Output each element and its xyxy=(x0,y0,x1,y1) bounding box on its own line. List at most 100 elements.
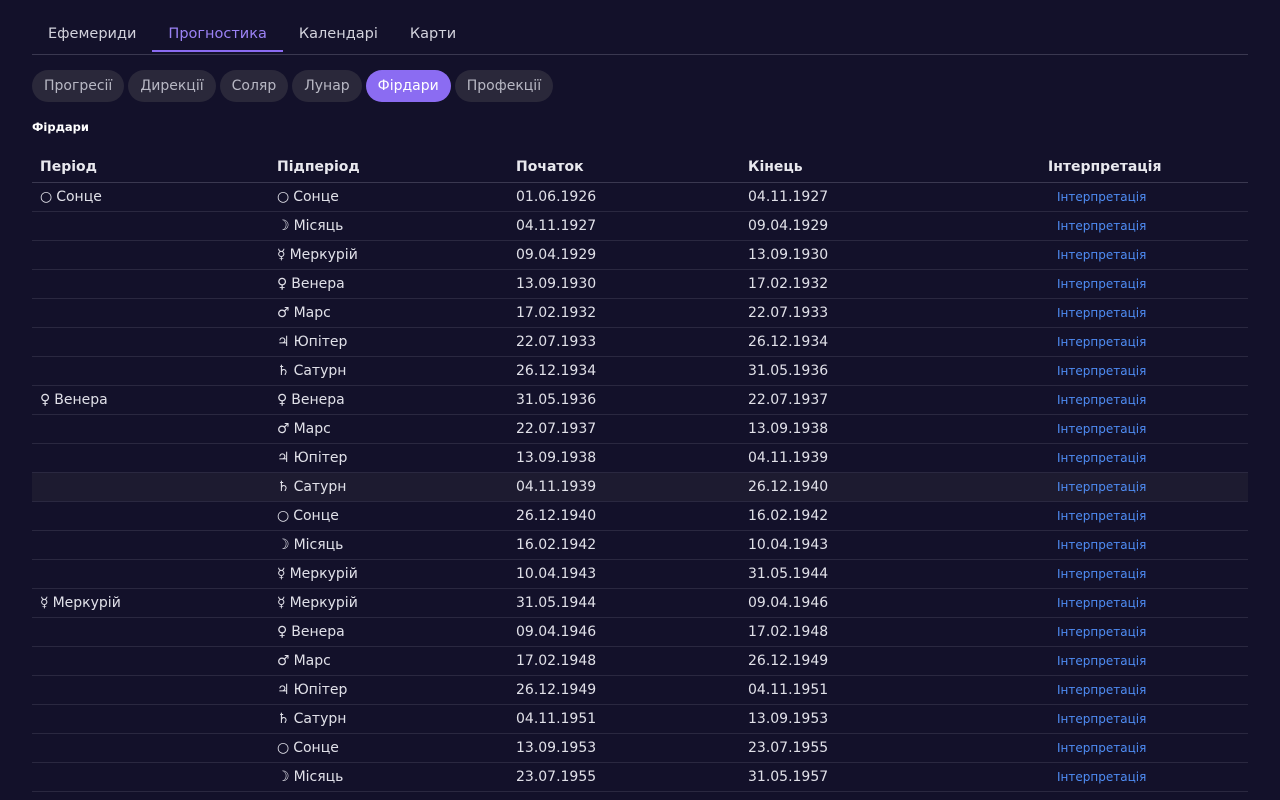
subperiod-label: Сонце xyxy=(293,739,339,756)
subperiod-cell: ♄ Сатурн xyxy=(277,472,508,502)
end-date-cell: 31.05.1957 xyxy=(740,762,1040,792)
start-date-cell: 01.06.1926 xyxy=(508,182,740,212)
end-date-cell: 26.12.1934 xyxy=(740,327,1040,357)
start-date-cell: 16.02.1942 xyxy=(508,530,740,560)
subperiod-label: Місяць xyxy=(293,768,344,785)
period-cell xyxy=(32,762,277,792)
table-row[interactable]: ○ Сонце ○ Сонце 01.06.1926 04.11.1927 Інтерпре… xyxy=(32,182,1248,212)
interpretation-link[interactable]: Інтерпретація xyxy=(1057,393,1146,407)
period-planet-icon: ☿ xyxy=(40,594,49,611)
end-date-cell: 09.04.1946 xyxy=(740,588,1040,618)
subperiod-cell: ☿ Меркурій xyxy=(277,588,508,618)
subperiod-cell: ○ Сонце xyxy=(277,182,508,212)
table-row[interactable]: ☿ Меркурій 10.04.1943 31.05.1944 Інтерпретац… xyxy=(32,559,1248,589)
period-cell xyxy=(32,472,277,502)
table-header-row: Період Підперіод Початок Кінець Інтерпре… xyxy=(32,152,1248,183)
interpretation-link[interactable]: Інтерпретація xyxy=(1057,277,1146,291)
start-date-cell: 22.07.1937 xyxy=(508,414,740,444)
subtab-profections[interactable]: Профекції xyxy=(454,70,554,102)
interpretation-link[interactable]: Інтерпретація xyxy=(1057,625,1146,639)
subperiod-cell: ♀ Венера xyxy=(277,617,508,647)
interpretation-link[interactable]: Інтерпретація xyxy=(1057,306,1146,320)
interpretation-link[interactable]: Інтерпретація xyxy=(1057,248,1146,262)
interpretation-cell: Інтерпретація xyxy=(1040,211,1248,241)
subperiod-planet-icon: ♄ xyxy=(277,362,290,379)
subtab-progressions[interactable]: Прогресії xyxy=(32,70,125,102)
subperiod-label: Юпітер xyxy=(293,333,348,350)
table-row[interactable]: ♄ Сатурн 26.12.1934 31.05.1936 Інтерпретація xyxy=(32,356,1248,386)
table-row[interactable]: ♄ Сатурн 04.11.1939 26.12.1940 Інтерпретація xyxy=(32,472,1248,502)
table-row[interactable]: ♀ Венера 09.04.1946 17.02.1948 Інтерпретація xyxy=(32,617,1248,647)
table-row[interactable]: ♂ Марс 22.07.1937 13.09.1938 Інтерпретація xyxy=(32,414,1248,444)
period-cell xyxy=(32,675,277,705)
interpretation-link[interactable]: Інтерпретація xyxy=(1057,741,1146,755)
interpretation-link[interactable]: Інтерпретація xyxy=(1057,451,1146,465)
interpretation-link[interactable]: Інтерпретація xyxy=(1057,596,1146,610)
tab-prognostics[interactable]: Прогностика xyxy=(152,18,283,52)
subtab-lunar-return[interactable]: Лунар xyxy=(292,70,362,102)
tab-ephemerides[interactable]: Ефемериди xyxy=(32,18,152,52)
table-row[interactable]: ☿ Меркурій ☿ Меркурій 31.05.1944 09.04.1946 Ін… xyxy=(32,588,1248,618)
table-row[interactable]: ♂ Марс 17.02.1948 26.12.1949 Інтерпретація xyxy=(32,646,1248,676)
firdaria-table: Період Підперіод Початок Кінець Інтерпре… xyxy=(32,152,1248,792)
subperiod-cell: ♃ Юпітер xyxy=(277,327,508,357)
subperiod-cell: ♂ Марс xyxy=(277,298,508,328)
subtab-directions[interactable]: Дирекції xyxy=(128,70,216,102)
table-row[interactable]: ☽ Місяць 23.07.1955 31.05.1957 Інтерпретація xyxy=(32,762,1248,792)
tab-calendars[interactable]: Календарі xyxy=(283,18,394,52)
interpretation-link[interactable]: Інтерпретація xyxy=(1057,654,1146,668)
subperiod-planet-icon: ♂ xyxy=(277,652,290,669)
period-cell xyxy=(32,240,277,270)
interpretation-cell: Інтерпретація xyxy=(1040,443,1248,473)
table-row[interactable]: ♂ Марс 17.02.1932 22.07.1933 Інтерпретація xyxy=(32,298,1248,328)
subperiod-cell: ♃ Юпітер xyxy=(277,443,508,473)
interpretation-link[interactable]: Інтерпретація xyxy=(1057,770,1146,784)
interpretation-cell: Інтерпретація xyxy=(1040,327,1248,357)
subperiod-label: Сонце xyxy=(293,188,339,205)
interpretation-cell: Інтерпретація xyxy=(1040,588,1248,618)
subperiod-label: Венера xyxy=(291,623,345,640)
table-row[interactable]: ☿ Меркурій 09.04.1929 13.09.1930 Інтерпретац… xyxy=(32,240,1248,270)
interpretation-link[interactable]: Інтерпретація xyxy=(1057,480,1146,494)
tab-charts[interactable]: Карти xyxy=(394,18,472,52)
start-date-cell: 09.04.1929 xyxy=(508,240,740,270)
end-date-cell: 31.05.1936 xyxy=(740,356,1040,386)
interpretation-link[interactable]: Інтерпретація xyxy=(1057,364,1146,378)
table-row[interactable]: ♀ Венера ♀ Венера 31.05.1936 22.07.1937 Інтерп… xyxy=(32,385,1248,415)
subperiod-cell: ♃ Юпітер xyxy=(277,675,508,705)
period-cell xyxy=(32,733,277,763)
interpretation-link[interactable]: Інтерпретація xyxy=(1057,422,1146,436)
period-cell xyxy=(32,501,277,531)
sub-tab-bar: Прогресії Дирекції Соляр Лунар Фірдари П… xyxy=(32,70,554,102)
table-row[interactable]: ☽ Місяць 16.02.1942 10.04.1943 Інтерпретація xyxy=(32,530,1248,560)
end-date-cell: 22.07.1937 xyxy=(740,385,1040,415)
subperiod-planet-icon: ♃ xyxy=(277,449,290,466)
interpretation-link[interactable]: Інтерпретація xyxy=(1057,335,1146,349)
table-row[interactable]: ♃ Юпітер 26.12.1949 04.11.1951 Інтерпретація xyxy=(32,675,1248,705)
period-cell: ○ Сонце xyxy=(32,182,277,212)
subperiod-planet-icon: ♀ xyxy=(277,391,288,408)
interpretation-link[interactable]: Інтерпретація xyxy=(1057,538,1146,552)
interpretation-link[interactable]: Інтерпретація xyxy=(1057,683,1146,697)
table-row[interactable]: ○ Сонце 13.09.1953 23.07.1955 Інтерпретація xyxy=(32,733,1248,763)
table-row[interactable]: ♃ Юпітер 13.09.1938 04.11.1939 Інтерпретація xyxy=(32,443,1248,473)
main-tab-bar: Ефемериди Прогностика Календарі Карти xyxy=(32,18,1248,55)
subperiod-planet-icon: ♀ xyxy=(277,623,288,640)
end-date-cell: 04.11.1939 xyxy=(740,443,1040,473)
table-row[interactable]: ♀ Венера 13.09.1930 17.02.1932 Інтерпретація xyxy=(32,269,1248,299)
subtab-firdaria[interactable]: Фірдари xyxy=(365,70,451,102)
interpretation-link[interactable]: Інтерпретація xyxy=(1057,567,1146,581)
interpretation-link[interactable]: Інтерпретація xyxy=(1057,712,1146,726)
period-cell xyxy=(32,211,277,241)
table-row[interactable]: ♃ Юпітер 22.07.1933 26.12.1934 Інтерпретація xyxy=(32,327,1248,357)
start-date-cell: 17.02.1932 xyxy=(508,298,740,328)
table-row[interactable]: ♄ Сатурн 04.11.1951 13.09.1953 Інтерпретація xyxy=(32,704,1248,734)
table-row[interactable]: ○ Сонце 26.12.1940 16.02.1942 Інтерпретація xyxy=(32,501,1248,531)
table-row[interactable]: ☽ Місяць 04.11.1927 09.04.1929 Інтерпретація xyxy=(32,211,1248,241)
interpretation-link[interactable]: Інтерпретація xyxy=(1057,219,1146,233)
interpretation-link[interactable]: Інтерпретація xyxy=(1057,509,1146,523)
subtab-solar-return[interactable]: Соляр xyxy=(219,70,289,102)
interpretation-cell: Інтерпретація xyxy=(1040,269,1248,299)
interpretation-link[interactable]: Інтерпретація xyxy=(1057,190,1146,204)
start-date-cell: 26.12.1949 xyxy=(508,675,740,705)
